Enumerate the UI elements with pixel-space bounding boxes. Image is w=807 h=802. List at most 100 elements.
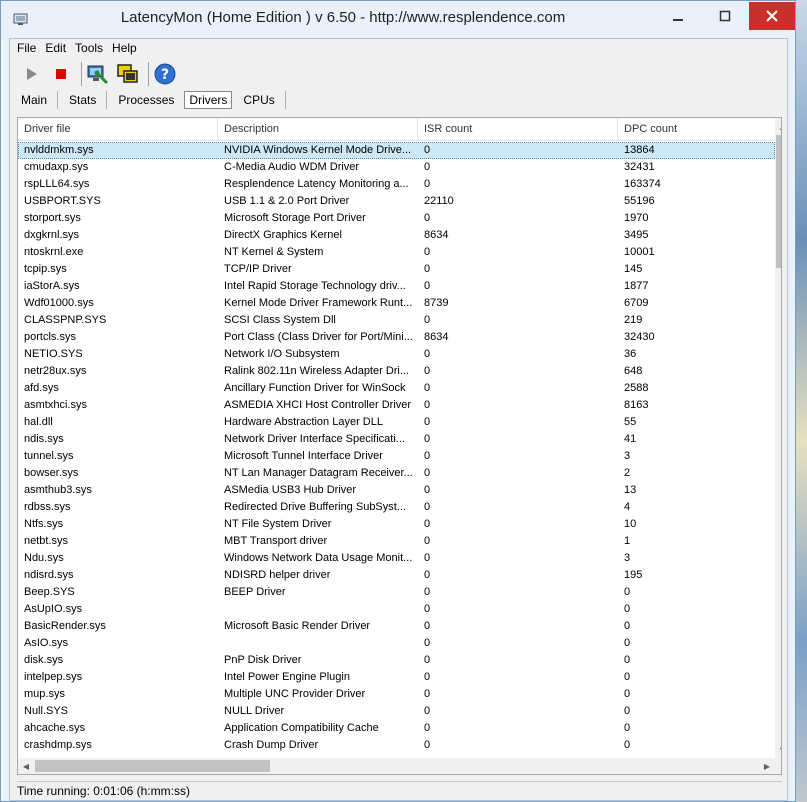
minimize-button[interactable]: [661, 2, 695, 30]
isr-count-cell: 0: [424, 586, 431, 598]
windows-button[interactable]: [115, 61, 141, 87]
description-cell: NULL Driver: [224, 705, 285, 717]
tab-divider: [284, 91, 286, 109]
table-row[interactable]: ahcache.sys Application Compatibility Cac…: [18, 720, 775, 737]
isr-count-cell: 0: [424, 705, 431, 717]
dpc-count-cell: 0: [624, 603, 631, 615]
stop-button[interactable]: [48, 61, 74, 87]
table-row[interactable]: CLASSPNP.SYS SCSI Class System Dll 0 219: [18, 312, 775, 329]
table-row[interactable]: tcpip.sys TCP/IP Driver 0 145: [18, 261, 775, 278]
isr-count-cell: 0: [424, 178, 431, 190]
table-row[interactable]: tunnel.sys Microsoft Tunnel Interface Dri…: [18, 448, 775, 465]
vertical-scrollbar[interactable]: ▲ ▼: [775, 118, 781, 758]
table-row[interactable]: rdbss.sys Redirected Drive Buffering SubS…: [18, 499, 775, 516]
table-row[interactable]: nvlddmkm.sys NVIDIA Windows Kernel Mode D…: [18, 142, 775, 159]
description-cell: Network I/O Subsystem: [224, 348, 340, 360]
tab-processes[interactable]: Processes: [113, 92, 178, 108]
menu-help[interactable]: Help: [112, 41, 137, 55]
tab-drivers[interactable]: Drivers: [184, 91, 233, 109]
driver-file-cell: asmthub3.sys: [24, 484, 92, 496]
table-row[interactable]: netr28ux.sys Ralink 802.11n Wireless Adap…: [18, 363, 775, 380]
table-row[interactable]: asmthub3.sys ASMedia USB3 Hub Driver 0 13: [18, 482, 775, 499]
scroll-up-arrow-icon[interactable]: ▲: [775, 118, 781, 134]
column-header-isr-count[interactable]: ISR count: [418, 118, 618, 140]
table-row[interactable]: storport.sys Microsoft Storage Port Drive…: [18, 210, 775, 227]
dpc-count-cell: 0: [624, 620, 631, 632]
tab-divider: [57, 91, 59, 109]
tab-stats[interactable]: Stats: [64, 92, 100, 108]
start-button[interactable]: [18, 61, 44, 87]
scrollbar-corner: [775, 758, 781, 774]
table-row[interactable]: intelpep.sys Intel Power Engine Plugin 0 0: [18, 669, 775, 686]
horizontal-scrollbar[interactable]: ◀ ▶: [18, 758, 775, 774]
driver-file-cell: USBPORT.SYS: [24, 195, 101, 207]
close-button[interactable]: [749, 2, 795, 30]
isr-count-cell: 0: [424, 603, 431, 615]
table-row[interactable]: disk.sys PnP Disk Driver 0 0: [18, 652, 775, 669]
driver-file-cell: BasicRender.sys: [24, 620, 106, 632]
table-row[interactable]: iaStorA.sys Intel Rapid Storage Technolog…: [18, 278, 775, 295]
description-cell: Network Driver Interface Specificati...: [224, 433, 405, 445]
computer-tool-button[interactable]: [85, 61, 111, 87]
table-row[interactable]: dxgkrnl.sys DirectX Graphics Kernel 8634 34…: [18, 227, 775, 244]
table-row[interactable]: netbt.sys MBT Transport driver 0 1: [18, 533, 775, 550]
table-row[interactable]: cmudaxp.sys C-Media Audio WDM Driver 0 3243…: [18, 159, 775, 176]
table-row[interactable]: ndisrd.sys NDISRD helper driver 0 195: [18, 567, 775, 584]
isr-count-cell: 0: [424, 212, 431, 224]
table-row[interactable]: crashdmp.sys Crash Dump Driver 0 0: [18, 737, 775, 754]
table-row[interactable]: rspLLL64.sys Resplendence Latency Monitor…: [18, 176, 775, 193]
table-row[interactable]: ntoskrnl.exe NT Kernel & System 0 10001: [18, 244, 775, 261]
dpc-count-cell: 0: [624, 688, 631, 700]
description-cell: Redirected Drive Buffering SubSyst...: [224, 501, 406, 513]
column-header-dpc-count[interactable]: DPC count: [618, 118, 773, 140]
menu-tools[interactable]: Tools: [75, 41, 103, 55]
menu-bar: File Edit Tools Help: [10, 39, 787, 57]
vertical-scroll-thumb[interactable]: [776, 135, 781, 268]
table-row[interactable]: USBPORT.SYS USB 1.1 & 2.0 Port Driver 2211…: [18, 193, 775, 210]
horizontal-scroll-thumb[interactable]: [35, 760, 270, 772]
description-cell: ASMedia USB3 Hub Driver: [224, 484, 357, 496]
isr-count-cell: 0: [424, 484, 431, 496]
menu-file[interactable]: File: [17, 41, 36, 55]
table-row[interactable]: Wdf01000.sys Kernel Mode Driver Framework…: [18, 295, 775, 312]
table-row[interactable]: ndis.sys Network Driver Interface Specifi…: [18, 431, 775, 448]
tab-divider: [106, 91, 108, 109]
scroll-down-arrow-icon[interactable]: ▼: [775, 742, 781, 758]
driver-file-cell: Null.SYS: [24, 705, 69, 717]
table-row[interactable]: afd.sys Ancillary Function Driver for Win…: [18, 380, 775, 397]
dpc-count-cell: 0: [624, 705, 631, 717]
scroll-left-arrow-icon[interactable]: ◀: [18, 758, 34, 774]
isr-count-cell: 0: [424, 671, 431, 683]
table-row[interactable]: BasicRender.sys Microsoft Basic Render Dr…: [18, 618, 775, 635]
table-row[interactable]: AsUpIO.sys 0 0: [18, 601, 775, 618]
isr-count-cell: 0: [424, 654, 431, 666]
table-row[interactable]: Ndu.sys Windows Network Data Usage Monit.…: [18, 550, 775, 567]
table-row[interactable]: Ntfs.sys NT File System Driver 0 10: [18, 516, 775, 533]
table-row[interactable]: NETIO.SYS Network I/O Subsystem 0 36: [18, 346, 775, 363]
table-row[interactable]: mup.sys Multiple UNC Provider Driver 0 0: [18, 686, 775, 703]
table-row[interactable]: portcls.sys Port Class (Class Driver for …: [18, 329, 775, 346]
dpc-count-cell: 10001: [624, 246, 655, 258]
description-cell: NT File System Driver: [224, 518, 332, 530]
status-bar: Time running: 0:01:06 (h:mm:ss): [17, 781, 782, 800]
table-row[interactable]: AsIO.sys 0 0: [18, 635, 775, 652]
dpc-count-cell: 0: [624, 722, 631, 734]
title-bar[interactable]: LatencyMon (Home Edition ) v 6.50 - http…: [1, 1, 795, 38]
table-row[interactable]: asmtxhci.sys ASMEDIA XHCI Host Controller…: [18, 397, 775, 414]
table-row[interactable]: hal.dll Hardware Abstraction Layer DLL 0 55: [18, 414, 775, 431]
table-row[interactable]: Null.SYS NULL Driver 0 0: [18, 703, 775, 720]
computer-wrench-icon: [87, 65, 109, 85]
table-row[interactable]: bowser.sys NT Lan Manager Datagram Receiv…: [18, 465, 775, 482]
menu-edit[interactable]: Edit: [45, 41, 66, 55]
tab-main[interactable]: Main: [16, 92, 51, 108]
table-row[interactable]: Beep.SYS BEEP Driver 0 0: [18, 584, 775, 601]
dpc-count-cell: 648: [624, 365, 643, 377]
column-header-description[interactable]: Description: [218, 118, 418, 140]
scroll-right-arrow-icon[interactable]: ▶: [759, 758, 775, 774]
isr-count-cell: 0: [424, 144, 431, 156]
tab-cpus[interactable]: CPUs: [238, 92, 278, 108]
help-button[interactable]: ?: [152, 61, 178, 87]
driver-file-cell: rspLLL64.sys: [24, 178, 90, 190]
column-header-driver-file[interactable]: Driver file: [18, 118, 218, 140]
maximize-button[interactable]: [708, 2, 742, 30]
